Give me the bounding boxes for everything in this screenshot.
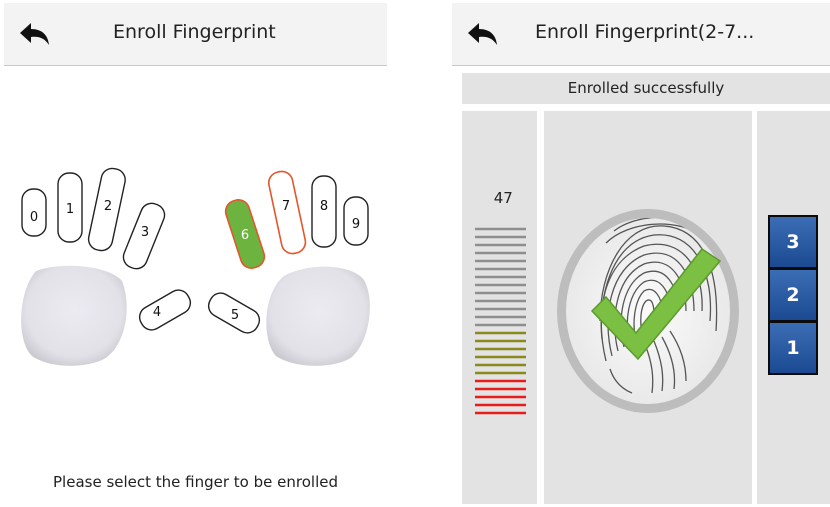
- hands-diagram: 0 1 2 3 4 5 6 7 8 9: [21, 166, 370, 366]
- right-palm: [266, 266, 370, 366]
- quality-meter: [475, 227, 526, 415]
- finger-3[interactable]: 3: [120, 200, 168, 272]
- finger-6-label: 6: [241, 228, 249, 243]
- fingerprint-disc: [566, 218, 730, 404]
- enroll-progress-screen: Enroll Fingerprint(2-7... Enrolled succe…: [452, 3, 830, 504]
- finger-9-label: 9: [352, 217, 360, 232]
- quality-panel: 47: [462, 111, 537, 504]
- finger-0-label: 0: [30, 210, 38, 225]
- title-bar: Enroll Fingerprint: [4, 3, 387, 66]
- title-bar: Enroll Fingerprint(2-7...: [452, 3, 830, 66]
- finger-1-label: 1: [66, 202, 74, 217]
- finger-9[interactable]: 9: [343, 196, 369, 246]
- finger-1[interactable]: 1: [57, 172, 83, 243]
- step-indicator-2: 2: [768, 268, 818, 322]
- quality-bars-red: [475, 379, 526, 415]
- hands-area: 0 1 2 3 4 5 6 7 8 9: [4, 66, 387, 504]
- finger-6[interactable]: 6: [223, 197, 267, 271]
- finger-4[interactable]: 4: [136, 286, 195, 334]
- finger-8-label: 8: [320, 199, 328, 214]
- finger-2[interactable]: 2: [87, 166, 128, 252]
- step-indicator-1: 1: [768, 321, 818, 375]
- finger-5-label: 5: [231, 308, 239, 323]
- page-title: Enroll Fingerprint(2-7...: [535, 21, 755, 43]
- instruction-text: Please select the finger to be enrolled: [53, 473, 338, 491]
- fingerprint-panel: [544, 111, 752, 504]
- fingerprint-success-icon: [557, 209, 739, 413]
- finger-0[interactable]: 0: [21, 188, 47, 237]
- back-arrow-icon: [468, 23, 497, 45]
- status-message: Enrolled successfully: [462, 73, 830, 104]
- back-button[interactable]: [18, 21, 52, 47]
- left-palm: [21, 265, 127, 366]
- back-arrow-icon: [20, 23, 49, 45]
- quality-bars-olive: [475, 331, 526, 375]
- finger-8[interactable]: 8: [311, 175, 337, 248]
- page-title: Enroll Fingerprint: [113, 21, 276, 43]
- finger-select-screen: Enroll Fingerprint 0 1 2 3 4 5 6 7 8 9 P…: [4, 3, 387, 504]
- finger-5[interactable]: 5: [205, 289, 264, 337]
- finger-4-label: 4: [153, 305, 161, 320]
- finger-2-label: 2: [104, 199, 112, 214]
- step-indicator-3: 3: [768, 215, 818, 269]
- quality-bars-gray: [475, 227, 526, 327]
- finger-3-label: 3: [141, 225, 149, 240]
- finger-7-label: 7: [282, 199, 290, 214]
- finger-7[interactable]: 7: [267, 169, 308, 255]
- back-button[interactable]: [466, 21, 500, 47]
